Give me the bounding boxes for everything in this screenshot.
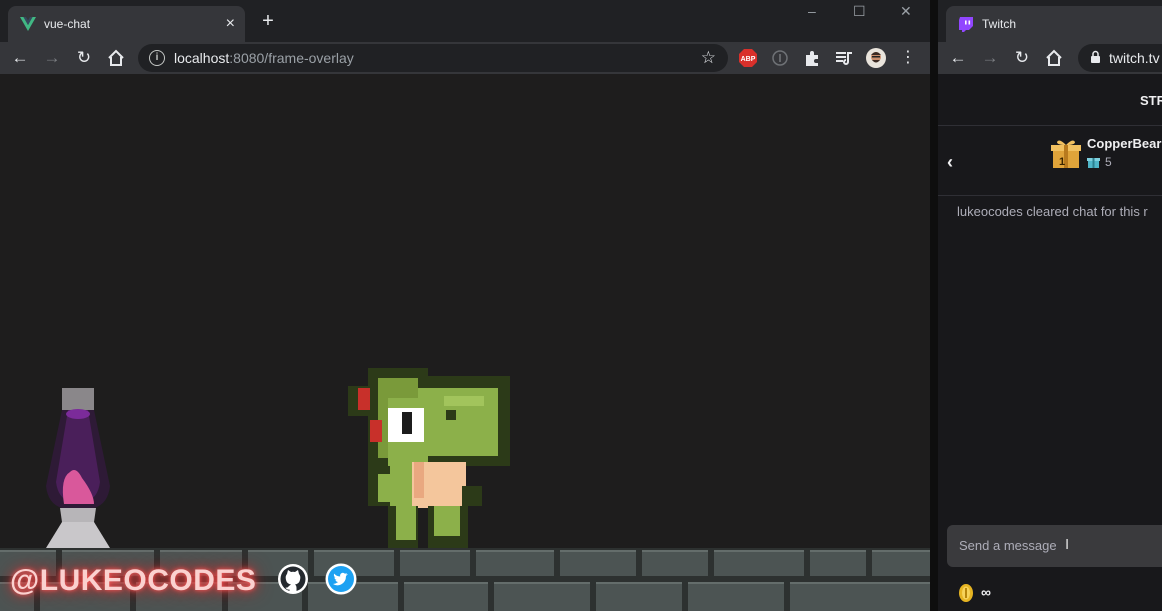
lava-lamp-icon [46,388,110,548]
text-cursor-icon: I [1065,536,1070,553]
tab-title: vue-chat [44,17,91,31]
abp-icon[interactable]: ABP [738,48,758,68]
gift-badge: 1 [1059,156,1065,168]
browser-window-twitch: Twitch ← → ↻ twitch.tv STR ‹ 1 CopperBea… [938,0,1162,611]
url-path: :8080/frame-overlay [229,50,354,66]
chat-input-placeholder: Send a message [959,538,1057,553]
home-icon[interactable] [106,48,126,68]
chevron-left-icon[interactable]: ‹ [947,152,953,173]
browser-toolbar: ← → ↻ i localhost :8080/frame-overlay ☆ … [0,42,930,74]
minimize-button[interactable]: – [808,3,816,19]
gift-sub-banner: ‹ 1 CopperBear 5 [938,126,1162,196]
url-host: localhost [174,50,230,66]
chat-header: STR [938,74,1162,126]
new-tab-button[interactable]: + [258,11,278,31]
address-bar[interactable]: i localhost :8080/frame-overlay ☆ [138,44,728,72]
more-menu-icon[interactable]: ⋮ [898,48,918,68]
reload-icon[interactable]: ↻ [74,48,94,68]
browser-window-vue-chat: vue-chat × + – ☐ ✕ ← → ↻ i localhost :80… [0,0,930,611]
twitch-logo-icon [958,16,974,32]
chat-input[interactable]: Send a message I [947,525,1162,567]
url-twitch: twitch.tv [1109,50,1160,66]
dinosaur-sprite-icon [348,368,510,550]
maximize-button[interactable]: ☐ [853,3,866,20]
github-icon [278,564,308,594]
forward-arrow-icon[interactable]: → [980,48,1000,68]
home-icon[interactable] [1044,48,1064,68]
vue-logo-icon [20,16,36,32]
lock-icon [1090,50,1101,66]
overlay-stage: @LUKEOCODES [0,74,930,611]
abp-label: ABP [741,56,756,63]
sub-gifter-name: CopperBear [1087,136,1162,151]
streamer-handle: @LUKEOCODES [10,564,257,597]
tab-bar: vue-chat × + – ☐ ✕ [0,0,930,42]
tab-close-icon[interactable]: × [226,16,235,32]
chat-header-title: STR [1140,93,1162,108]
reload-icon[interactable]: ↻ [1012,48,1032,68]
tab-title-twitch: Twitch [982,17,1017,31]
channel-points-value: ∞ [981,584,991,600]
back-arrow-icon[interactable]: ← [10,48,30,68]
back-arrow-icon[interactable]: ← [948,48,968,68]
gift-box-icon: 1 [1051,140,1081,168]
twitter-icon [325,563,357,595]
small-gift-icon [1087,155,1100,173]
info-icon[interactable] [770,48,790,68]
address-bar-twitch[interactable]: twitch.tv [1078,44,1162,72]
puzzle-icon[interactable] [802,48,822,68]
tab-vue-chat[interactable]: vue-chat × [8,6,245,42]
close-window-button[interactable]: ✕ [900,3,912,20]
window-divider [930,0,938,611]
profile-avatar[interactable] [866,48,886,68]
tab-twitch[interactable]: Twitch [946,6,1162,42]
forward-arrow-icon[interactable]: → [42,48,62,68]
site-info-icon[interactable]: i [149,50,165,66]
channel-points-icon[interactable] [958,583,974,608]
browser-toolbar-twitch: ← → ↻ twitch.tv [938,42,1162,74]
tab-bar-twitch: Twitch [938,0,1162,42]
media-icon[interactable] [834,48,854,68]
chat-system-message: lukeocodes cleared chat for this r [957,204,1148,219]
bookmark-star-icon[interactable]: ☆ [701,48,716,68]
gift-count: 5 [1105,155,1112,169]
